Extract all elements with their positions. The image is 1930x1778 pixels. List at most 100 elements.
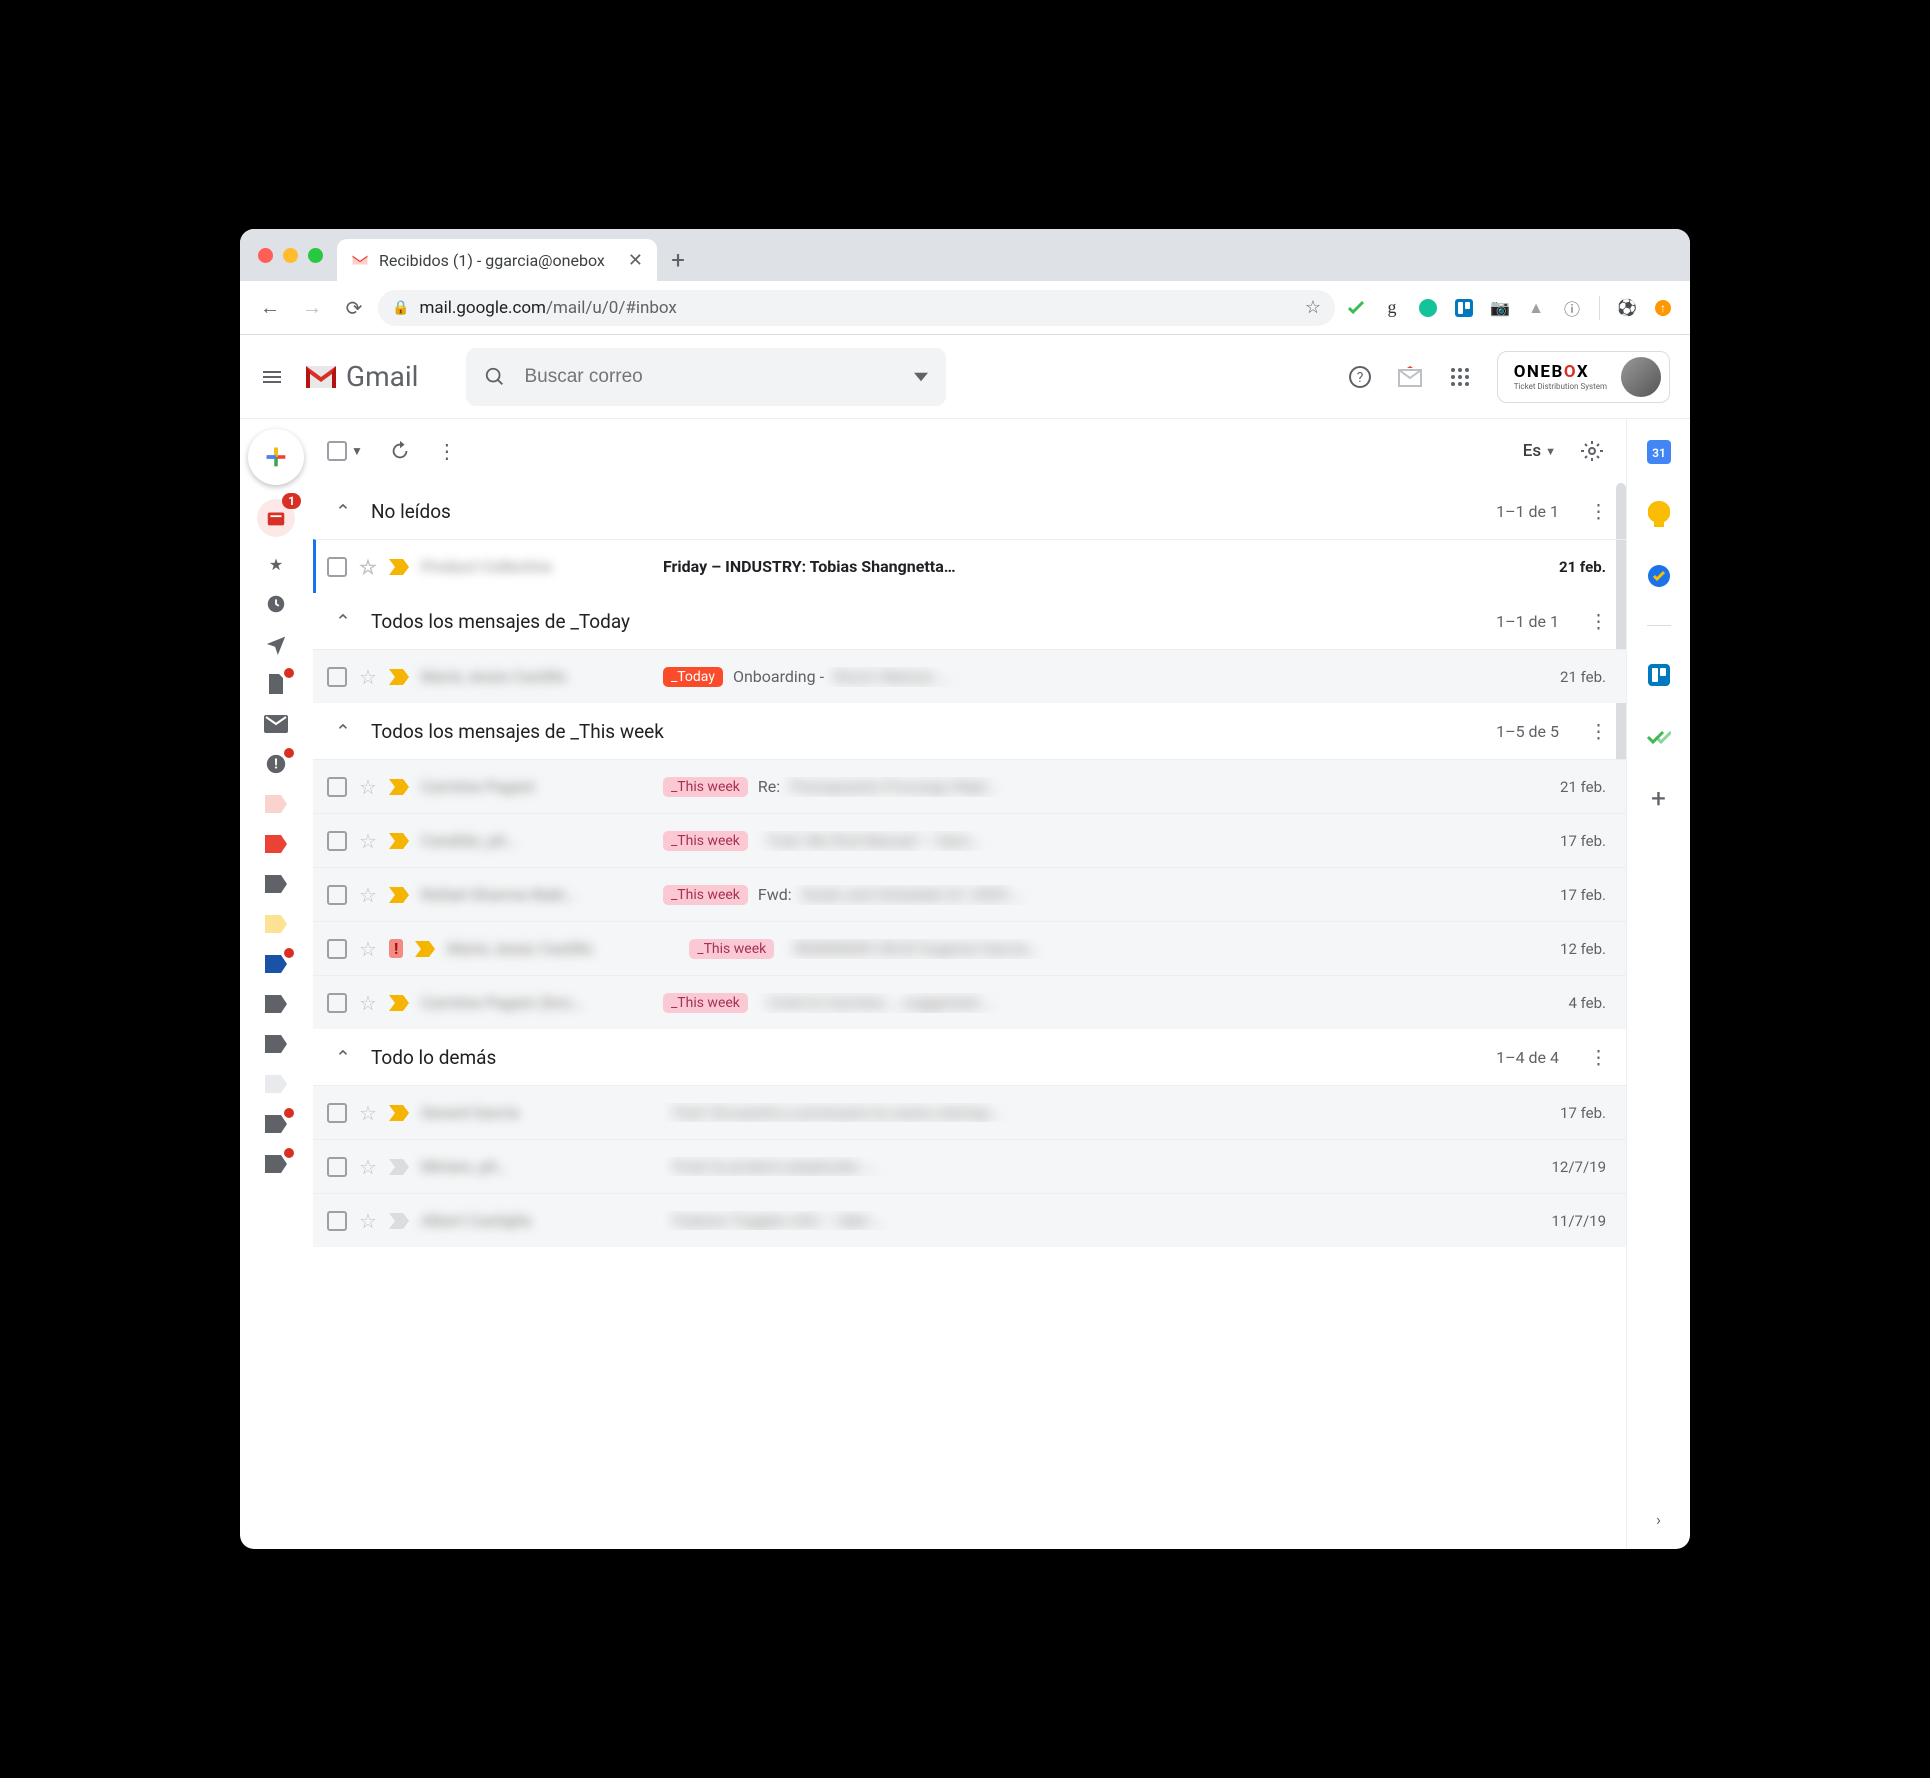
mail-label[interactable]: _Today: [663, 667, 723, 687]
mail-row[interactable]: ☆ Product Collective Friday – INDUSTRY: …: [313, 539, 1626, 593]
ext-soccer[interactable]: ⚽: [1612, 293, 1642, 323]
mail-row[interactable]: ☆ Carmine Pagani (Doc… _This week Cristi…: [313, 975, 1626, 1029]
row-checkbox[interactable]: [327, 1103, 347, 1123]
section-more[interactable]: ⋮: [1589, 610, 1608, 633]
important-marker[interactable]: [389, 1211, 409, 1231]
label-grey3[interactable]: [263, 1031, 289, 1057]
star-icon[interactable]: ☆: [359, 555, 377, 579]
row-checkbox[interactable]: [327, 777, 347, 797]
mail-row[interactable]: ☆ Albert Castiglia Feature Toggles Info …: [313, 1193, 1626, 1247]
ext-arrow[interactable]: ↑: [1648, 293, 1678, 323]
mail-row[interactable]: ☆ Miriam, pil… Push & product playbooks …: [313, 1139, 1626, 1193]
account-avatar[interactable]: [1621, 357, 1661, 397]
mailtrack-addon[interactable]: [1646, 724, 1672, 750]
row-checkbox[interactable]: [327, 1157, 347, 1177]
star-icon[interactable]: ☆: [359, 775, 377, 799]
keep-addon[interactable]: [1646, 501, 1672, 527]
starred-nav[interactable]: ★: [263, 551, 289, 577]
row-checkbox[interactable]: [327, 993, 347, 1013]
mail-row[interactable]: ☆ Candido, pil… _This week Fwd: We find …: [313, 813, 1626, 867]
mail-label[interactable]: _This week: [663, 885, 748, 905]
back-button[interactable]: ←: [252, 290, 288, 326]
drafts-nav[interactable]: [263, 671, 289, 697]
ext-g[interactable]: g: [1377, 293, 1407, 323]
label-yellow[interactable]: [263, 911, 289, 937]
important-marker[interactable]: [389, 667, 409, 687]
address-bar[interactable]: 🔒 mail.google.com/mail/u/0/#inbox ☆: [378, 290, 1335, 326]
main-menu-button[interactable]: [248, 353, 296, 401]
section-header[interactable]: ⌃ Todos los mensajes de _Today 1–1 de 1 …: [313, 593, 1626, 649]
label-grey4[interactable]: [263, 1111, 289, 1137]
mail-row[interactable]: ☆ ! María Jesús Castillo _This week REMI…: [313, 921, 1626, 975]
important-marker[interactable]: [389, 1157, 409, 1177]
refresh-button[interactable]: [389, 440, 411, 462]
mail-label[interactable]: _This week: [689, 939, 774, 959]
support-button[interactable]: ?: [1347, 364, 1373, 390]
mail-row[interactable]: ☆ Carmine Pagani _This week Re: Presupue…: [313, 759, 1626, 813]
star-icon[interactable]: ☆: [359, 829, 377, 853]
section-more[interactable]: ⋮: [1589, 500, 1608, 523]
more-button[interactable]: ⋮: [437, 439, 457, 463]
important-marker[interactable]: [415, 939, 435, 959]
input-tools[interactable]: Es ▼: [1523, 441, 1556, 461]
sent-nav[interactable]: [263, 631, 289, 657]
ext-mailtrack[interactable]: [1341, 293, 1371, 323]
get-addons[interactable]: +: [1646, 786, 1672, 812]
section-header[interactable]: ⌃ No leídos 1–1 de 1 ⋮: [313, 483, 1626, 539]
important-marker[interactable]: [389, 993, 409, 1013]
forward-button[interactable]: →: [294, 290, 330, 326]
row-checkbox[interactable]: [327, 885, 347, 905]
label-pink[interactable]: [263, 791, 289, 817]
mail-row[interactable]: ☆ Gerard García Fwd: Encuentra y promuev…: [313, 1085, 1626, 1139]
snoozed-nav[interactable]: [263, 591, 289, 617]
label-blue[interactable]: [263, 951, 289, 977]
inbox-nav[interactable]: 1: [257, 499, 295, 537]
new-tab-button[interactable]: +: [657, 239, 699, 281]
mail-status-icon[interactable]: [1397, 364, 1423, 390]
maximize-window[interactable]: [308, 248, 323, 263]
gmail-logo[interactable]: Gmail: [304, 360, 458, 393]
ext-grammarly[interactable]: [1413, 293, 1443, 323]
star-icon[interactable]: ☆: [359, 1155, 377, 1179]
important-marker[interactable]: [389, 557, 409, 577]
important-marker[interactable]: [389, 885, 409, 905]
ext-trello[interactable]: [1449, 293, 1479, 323]
select-all[interactable]: ▼: [327, 441, 363, 461]
label-grey5[interactable]: [263, 1151, 289, 1177]
section-more[interactable]: ⋮: [1589, 720, 1608, 743]
search-options-icon[interactable]: [914, 370, 928, 384]
ext-drive[interactable]: ▲: [1521, 293, 1551, 323]
apps-button[interactable]: [1447, 364, 1473, 390]
ext-info[interactable]: ⓘ: [1557, 293, 1587, 323]
mail-label[interactable]: _This week: [663, 831, 748, 851]
mail-row[interactable]: ☆ Rafael Gharma-Babi… _This week Fwd: Go…: [313, 867, 1626, 921]
row-checkbox[interactable]: [327, 939, 347, 959]
star-icon[interactable]: ☆: [359, 883, 377, 907]
mail-label[interactable]: _This week: [663, 777, 748, 797]
minimize-window[interactable]: [283, 248, 298, 263]
bookmark-icon[interactable]: ☆: [1305, 297, 1321, 318]
row-checkbox[interactable]: [327, 667, 347, 687]
spam-nav[interactable]: !: [263, 751, 289, 777]
close-tab-icon[interactable]: ✕: [628, 250, 643, 271]
label-red[interactable]: [263, 831, 289, 857]
label-grey2[interactable]: [263, 991, 289, 1017]
section-more[interactable]: ⋮: [1589, 1046, 1608, 1069]
settings-button[interactable]: [1580, 439, 1604, 463]
section-header[interactable]: ⌃ Todos los mensajes de _This week 1–5 d…: [313, 703, 1626, 759]
reload-button[interactable]: ⟳: [336, 290, 372, 326]
row-checkbox[interactable]: [327, 557, 347, 577]
star-icon[interactable]: ☆: [359, 665, 377, 689]
calendar-addon[interactable]: 31: [1646, 439, 1672, 465]
browser-tab[interactable]: Recibidos (1) - ggarcia@onebox ✕: [337, 239, 657, 281]
ext-camera[interactable]: 📷: [1485, 293, 1515, 323]
mail-label[interactable]: _This week: [663, 993, 748, 1013]
mail-row[interactable]: ☆ María Jesús Castillo _Today Onboarding…: [313, 649, 1626, 703]
important-marker[interactable]: [389, 1103, 409, 1123]
section-header[interactable]: ⌃ Todo lo demás 1–4 de 4 ⋮: [313, 1029, 1626, 1085]
row-checkbox[interactable]: [327, 1211, 347, 1231]
close-window[interactable]: [258, 248, 273, 263]
search-input[interactable]: [524, 366, 896, 388]
star-icon[interactable]: ☆: [359, 991, 377, 1015]
compose-button[interactable]: [248, 429, 304, 485]
